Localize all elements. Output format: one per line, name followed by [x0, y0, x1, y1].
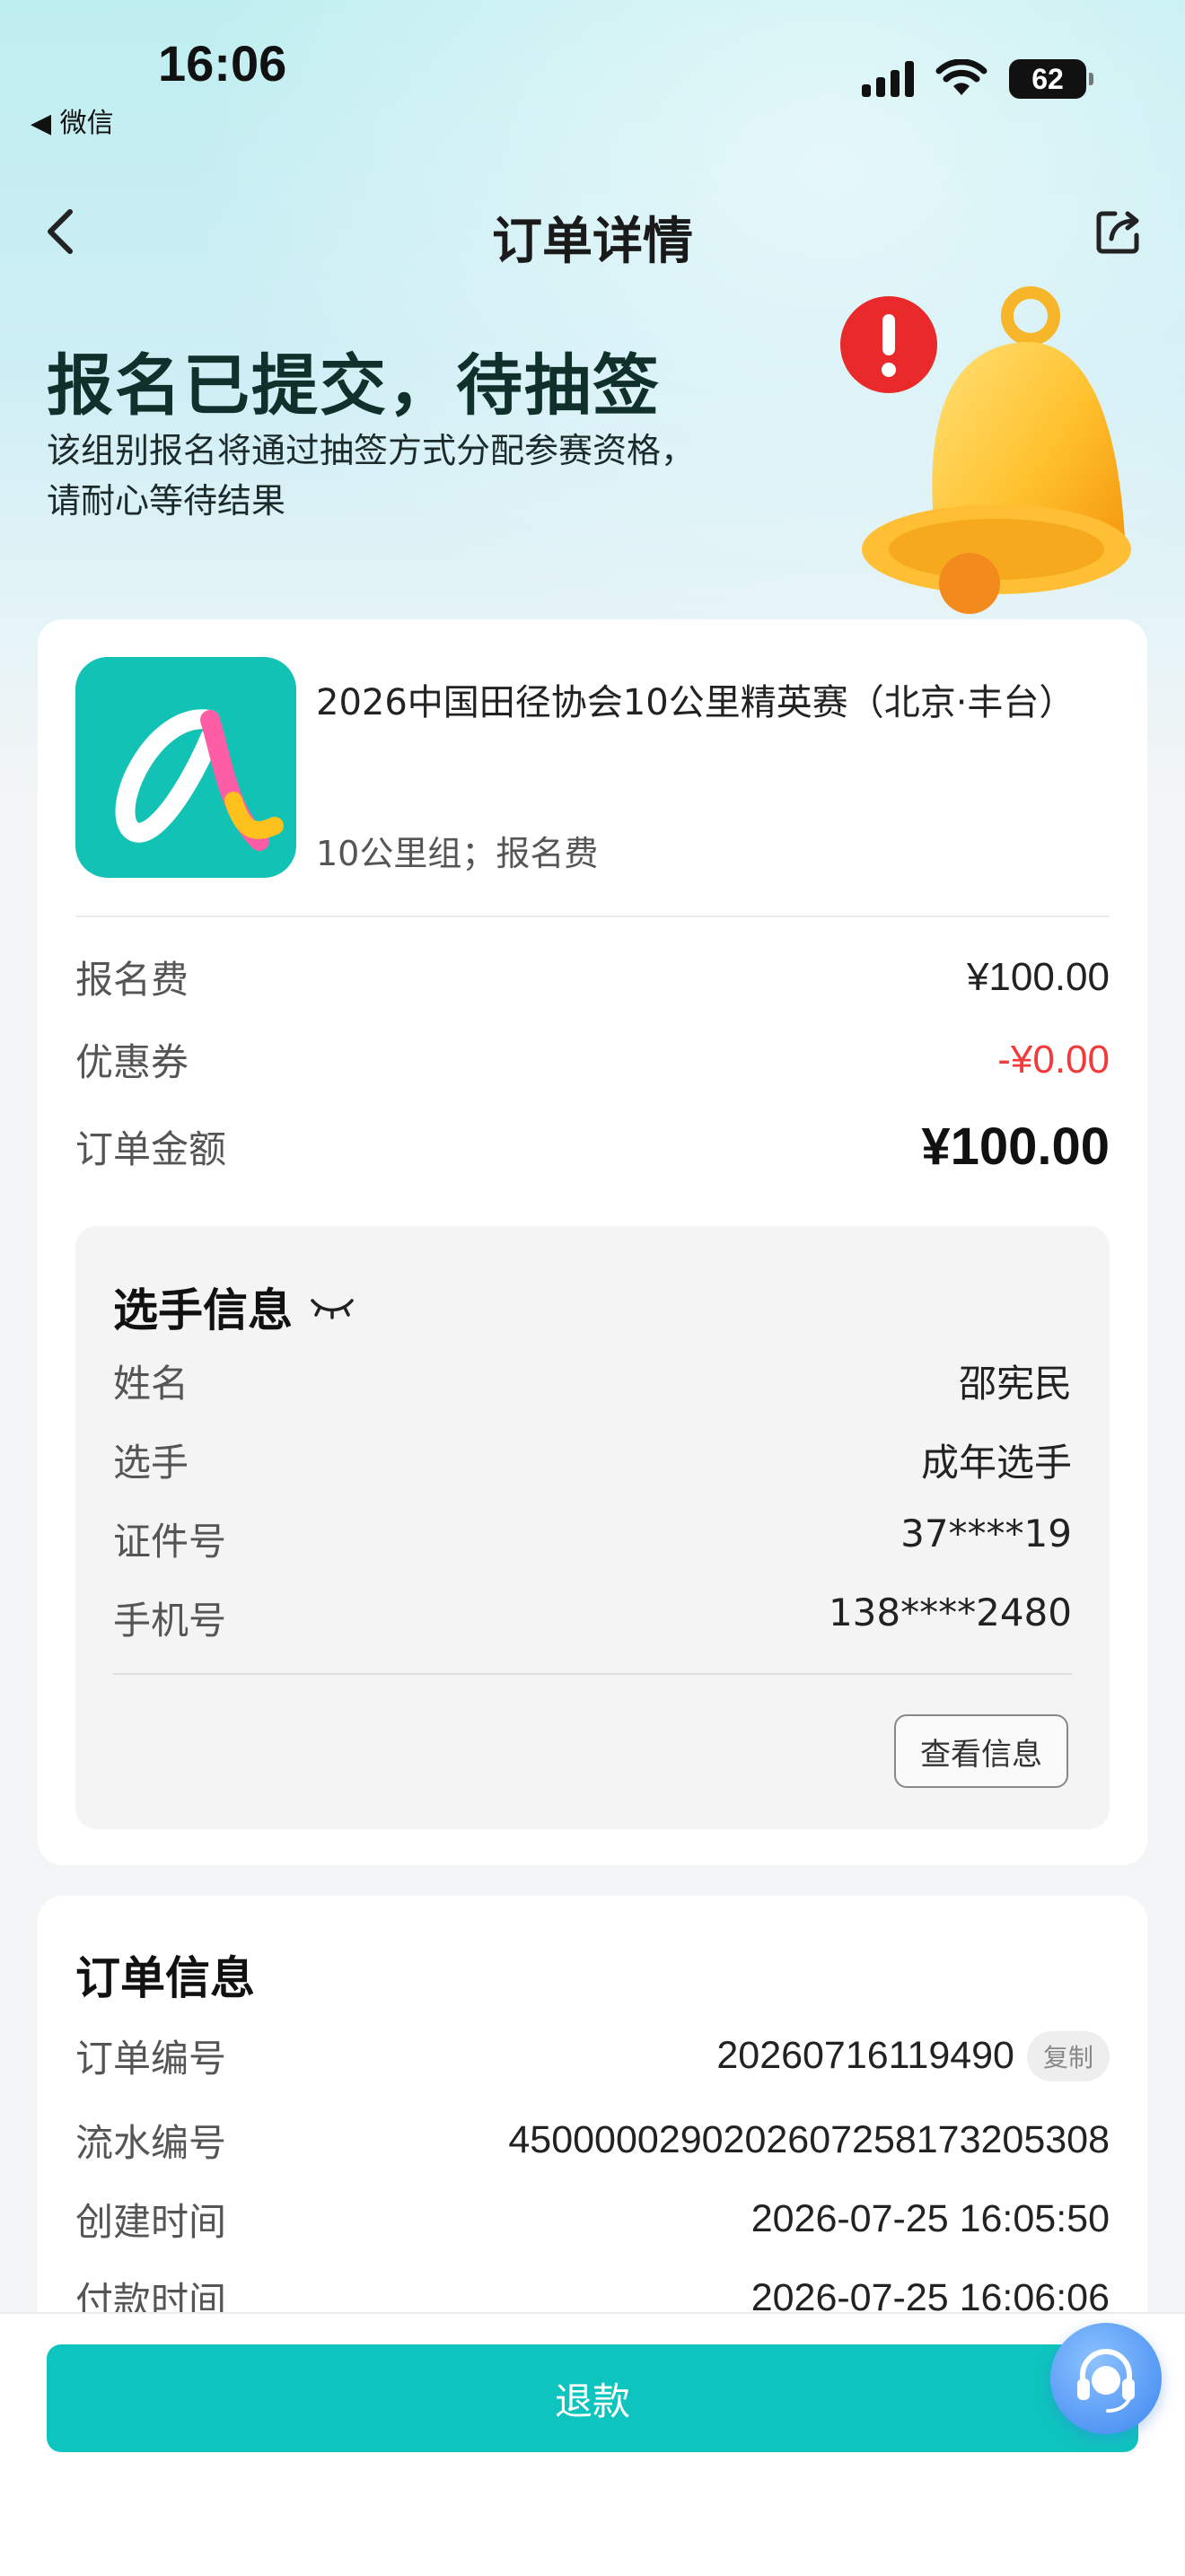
player-row: 选手 成年选手 [113, 1433, 1072, 1487]
order-field-value: 2026-07-25 16:05:50 [750, 2197, 1110, 2240]
status-time: 16:06 [158, 35, 287, 92]
divider [75, 916, 1110, 917]
refund-button[interactable]: 退款 [47, 2344, 1138, 2452]
order-field-value: 20260716119490 复制 [716, 2030, 1110, 2081]
player-field-value: 138****2480 [828, 1590, 1072, 1634]
fee-value: ¥100.00 [966, 954, 1110, 999]
order-row: 订单编号 20260716119490 复制 [75, 2028, 1110, 2083]
fee-label: 报名费 [75, 958, 189, 1002]
back-to-wechat-link[interactable]: ◀ 微信 [31, 101, 114, 140]
total-value: ¥100.00 [921, 1117, 1110, 1176]
order-info-title: 订单信息 [75, 1952, 255, 2004]
page-title: 订单详情 [492, 213, 693, 271]
coupon-value: -¥0.00 [997, 1037, 1110, 1082]
wifi-icon [935, 59, 988, 95]
signal-icon [862, 61, 914, 97]
event-group: 10公里组；报名费 [316, 834, 599, 873]
player-row: 证件号 37****19 [113, 1511, 1072, 1566]
order-row: 流水编号 4500000290202607258173205308 [75, 2113, 1110, 2168]
customer-service-button[interactable] [1050, 2323, 1162, 2434]
player-field-label: 手机号 [113, 1599, 227, 1643]
alpha-logo-icon [115, 709, 284, 851]
fee-row-registration: 报名费 ¥100.00 [75, 950, 1110, 1004]
player-field-label: 选手 [113, 1441, 189, 1485]
order-field-label: 订单编号 [75, 2037, 227, 2081]
copy-button[interactable]: 复制 [1026, 2030, 1110, 2081]
share-icon[interactable] [1092, 205, 1146, 258]
player-field-value: 37****19 [900, 1511, 1072, 1555]
total-label: 订单金额 [75, 1127, 227, 1171]
fee-row-total: 订单金额 ¥100.00 [75, 1117, 1110, 1177]
player-row: 手机号 138****2480 [113, 1590, 1072, 1645]
battery-icon: 62 [1009, 59, 1093, 99]
status-headline: 报名已提交，待抽签 [47, 347, 661, 425]
divider [113, 1673, 1072, 1675]
eye-closed-icon[interactable] [309, 1293, 356, 1320]
order-row: 创建时间 2026-07-25 16:05:50 [75, 2192, 1110, 2247]
order-number-value: 20260716119490 [716, 2034, 1014, 2077]
view-info-button[interactable]: 查看信息 [894, 1714, 1068, 1788]
event-logo [75, 657, 296, 878]
player-field-label: 姓名 [113, 1362, 189, 1406]
status-description: 该组别报名将通过抽签方式分配参赛资格，请耐心等待结果 [47, 431, 696, 521]
status-icons: 62 [862, 59, 1093, 99]
headset-icon [1077, 2349, 1135, 2413]
order-field-label: 流水编号 [75, 2121, 227, 2165]
coupon-label: 优惠券 [75, 1040, 189, 1084]
player-row: 姓名 邵宪民 [113, 1354, 1072, 1408]
player-info-heading: 选手信息 [113, 1284, 293, 1336]
event-name: 2026中国田径协会10公里精英赛（北京·丰台） [316, 682, 1075, 723]
order-field-value: 4500000290202607258173205308 [508, 2118, 1110, 2161]
player-field-value: 邵宪民 [958, 1362, 1072, 1406]
order-field-label: 创建时间 [75, 2200, 227, 2244]
player-info-title: 选手信息 [113, 1275, 356, 1339]
player-field-value: 成年选手 [920, 1441, 1072, 1485]
fee-row-coupon[interactable]: 优惠券 -¥0.00 [75, 1032, 1110, 1087]
player-field-label: 证件号 [113, 1520, 227, 1564]
bell-alert-icon [840, 286, 1131, 614]
